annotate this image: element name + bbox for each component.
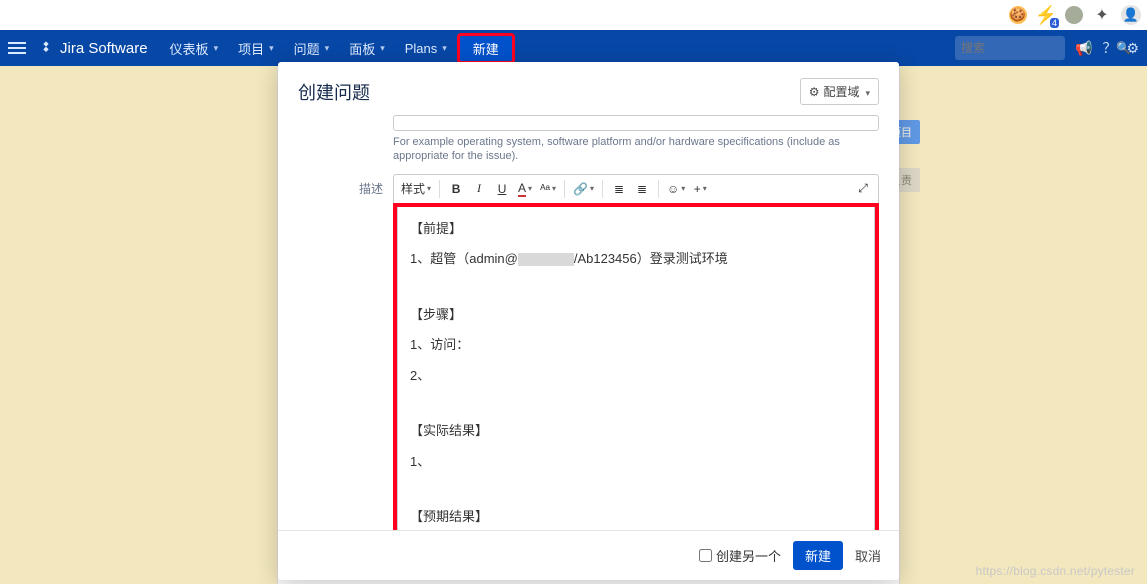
search-input[interactable]: 🔍 (955, 36, 1065, 60)
editor-highlight-box: 【前提】 1、超管（admin@/Ab123456）登录测试环境 【步骤】 1、… (393, 203, 879, 530)
jira-top-nav: Jira Software 仪表板 项目 问题 面板 Plans 新建 🔍 📢 … (0, 30, 1147, 66)
section-heading: 【步骤】 (410, 303, 862, 328)
browser-chrome-bar: 🍪 ⚡4 ✦ 👤 (0, 0, 1147, 30)
extensions-icon[interactable]: ✦ (1093, 6, 1111, 24)
settings-icon[interactable]: ⚙ (1126, 40, 1139, 57)
text-color-button[interactable]: A (514, 178, 536, 200)
bold-button[interactable]: B (445, 178, 467, 200)
environment-hint: For example operating system, software p… (393, 135, 879, 164)
chevron-down-icon (863, 85, 870, 99)
feedback-icon[interactable]: 📢 (1075, 40, 1092, 57)
more-text-button[interactable]: ᴬᵃ (537, 178, 559, 200)
italic-button[interactable]: I (468, 178, 490, 200)
editor-line: 1、 (410, 450, 862, 475)
description-editor[interactable]: 【前提】 1、超管（admin@/Ab123456）登录测试环境 【步骤】 1、… (397, 207, 875, 530)
nav-projects[interactable]: 项目 (230, 35, 282, 62)
create-button[interactable]: 新建 (459, 35, 513, 62)
submit-create-button[interactable]: 新建 (793, 541, 843, 570)
bullet-list-button[interactable]: ≣ (608, 178, 630, 200)
field-label-empty (298, 115, 393, 121)
main-nav: 仪表板 项目 问题 面板 Plans 新建 (162, 35, 513, 62)
underline-button[interactable]: U (491, 178, 513, 200)
separator (564, 180, 565, 198)
numbered-list-button[interactable]: ≣ (631, 178, 653, 200)
nav-dashboards[interactable]: 仪表板 (162, 35, 227, 62)
styles-dropdown[interactable]: 样式 (398, 178, 434, 200)
editor-line: 1、超管（admin@/Ab123456）登录测试环境 (410, 247, 862, 272)
description-label: 描述 (298, 174, 393, 197)
section-heading: 【实际结果】 (410, 419, 862, 444)
environment-field-row: For example operating system, software p… (298, 115, 879, 164)
app-switcher-icon[interactable] (8, 42, 26, 54)
editor-line: 1、访问： (410, 333, 862, 358)
separator (658, 180, 659, 198)
link-button[interactable]: 🔗 (570, 178, 597, 200)
extension-icon[interactable]: ⚡4 (1037, 6, 1055, 24)
jira-logo[interactable]: Jira Software (38, 40, 148, 57)
brand-text: Jira Software (60, 40, 148, 57)
badge-count: 4 (1050, 18, 1059, 28)
profile-avatar-icon[interactable]: 👤 (1121, 5, 1141, 25)
emoji-button[interactable]: ☺ (664, 178, 688, 200)
modal-body[interactable]: For example operating system, software p… (278, 115, 899, 530)
extension-icon[interactable]: 🍪 (1009, 6, 1027, 24)
create-another-checkbox[interactable]: 创建另一个 (699, 546, 781, 565)
nav-boards[interactable]: 面板 (341, 35, 393, 62)
insert-button[interactable]: + (689, 178, 711, 200)
modal-title: 创建问题 (298, 79, 370, 105)
create-issue-modal: 创建问题 ⚙ 配置域 For example operating system,… (278, 62, 899, 580)
search-field[interactable] (961, 41, 1116, 55)
modal-footer: 创建另一个 新建 取消 (278, 530, 899, 580)
description-field-row: 描述 样式 B I U A ᴬᵃ 🔗 ≣ ≣ ☺ + (298, 174, 879, 530)
environment-textarea[interactable] (393, 115, 879, 131)
redacted-text (518, 253, 574, 266)
editor-line: 2、 (410, 364, 862, 389)
editor-toolbar: 样式 B I U A ᴬᵃ 🔗 ≣ ≣ ☺ + ⤢ (393, 174, 879, 203)
gear-icon: ⚙ (809, 85, 820, 99)
configure-fields-button[interactable]: ⚙ 配置域 (800, 78, 879, 105)
separator (439, 180, 440, 198)
nav-plans[interactable]: Plans (397, 35, 455, 62)
expand-icon[interactable]: ⤢ (852, 178, 874, 200)
help-icon[interactable]: ？ (1102, 38, 1116, 58)
nav-right: 🔍 📢 ？ ⚙ (955, 36, 1139, 60)
section-heading: 【预期结果】 (410, 505, 862, 530)
section-heading: 【前提】 (410, 217, 862, 242)
modal-header: 创建问题 ⚙ 配置域 (278, 62, 899, 115)
separator (602, 180, 603, 198)
cancel-button[interactable]: 取消 (855, 546, 881, 565)
create-another-input[interactable] (699, 549, 712, 562)
extension-icon[interactable] (1065, 6, 1083, 24)
nav-issues[interactable]: 问题 (286, 35, 338, 62)
